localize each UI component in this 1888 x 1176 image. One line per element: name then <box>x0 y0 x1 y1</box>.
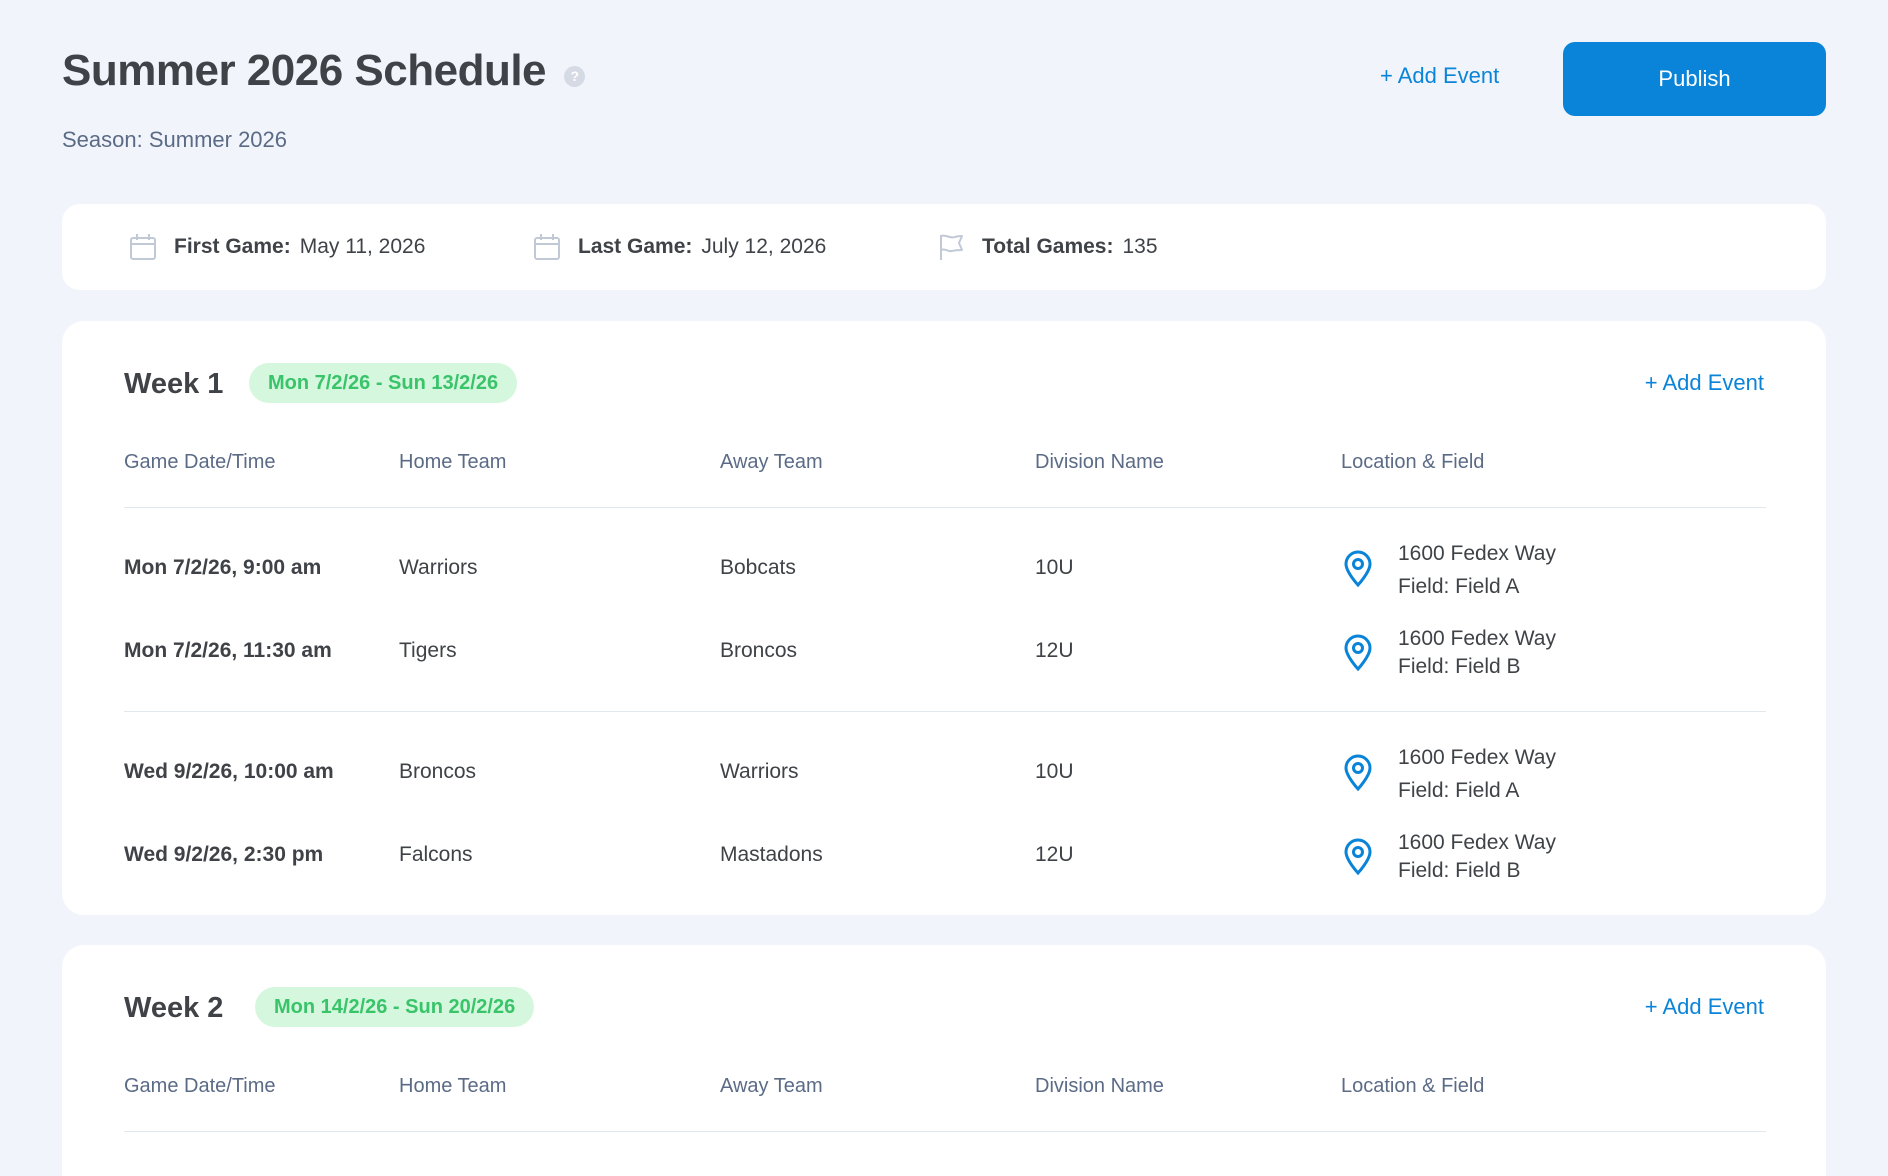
location-address: 1600 Fedex Way <box>1398 831 1556 854</box>
column-header-division[interactable]: Division Name <box>1035 451 1164 474</box>
location-pin-icon <box>1344 634 1372 672</box>
game-date: Wed 9/2/26, 2:30 pm <box>124 843 324 866</box>
location-field: Field: Field A <box>1398 779 1520 802</box>
home-team: Tigers <box>399 639 457 662</box>
total-games-label: Total Games: <box>982 235 1114 258</box>
column-header-location[interactable]: Location & Field <box>1341 1075 1484 1098</box>
game-date: Mon 7/2/26, 9:00 am <box>124 556 322 579</box>
week-card: Week 2 Mon 14/2/26 - Sun 20/2/26 + Add E… <box>62 945 1826 1176</box>
schedule-page: Summer 2026 Schedule ? Season: Summer 20… <box>0 0 1888 1176</box>
home-team: Broncos <box>399 760 477 783</box>
week-add-event-link[interactable]: + Add Event <box>1645 994 1764 1020</box>
away-team: Mastadons <box>720 843 823 866</box>
location-field: Field: Field A <box>1398 575 1520 598</box>
week-add-event-link[interactable]: + Add Event <box>1645 370 1764 396</box>
week-title: Week 1 <box>124 368 224 400</box>
season-label: Season: Summer 2026 <box>62 127 288 152</box>
first-game-value: May 11, 2026 <box>299 235 426 258</box>
first-game-label: First Game: <box>174 235 291 258</box>
division-name: 12U <box>1035 639 1074 662</box>
help-icon[interactable]: ? <box>564 65 586 87</box>
add-event-link[interactable]: + Add Event <box>1380 63 1499 89</box>
flag-icon <box>940 234 963 260</box>
location-pin-icon <box>1344 838 1372 876</box>
location-field: Field: Field B <box>1398 655 1521 678</box>
week-date-range-badge: Mon 14/2/26 - Sun 20/2/26 <box>255 987 535 1027</box>
away-team: Bobcats <box>720 556 796 579</box>
column-header-away-team[interactable]: Away Team <box>720 1075 823 1098</box>
week-title: Week 2 <box>124 992 224 1024</box>
page-title-text: Summer 2026 Schedule <box>62 46 547 95</box>
publish-button[interactable]: Publish <box>1563 42 1826 116</box>
game-date: Wed 9/2/26, 10:00 am <box>124 760 334 783</box>
calendar-icon <box>534 234 560 260</box>
week-card: Week 1 Mon 7/2/26 - Sun 13/2/26 + Add Ev… <box>62 321 1826 915</box>
table-divider <box>124 507 1766 508</box>
division-name: 10U <box>1035 556 1074 579</box>
total-games-value: 135 <box>1122 235 1158 258</box>
last-game-value: July 12, 2026 <box>701 235 827 258</box>
first-game-summary: First Game: May 11, 2026 <box>128 204 425 290</box>
column-header-date[interactable]: Game Date/Time <box>124 451 276 474</box>
location-address: 1600 Fedex Way <box>1398 542 1556 565</box>
last-game-label: Last Game: <box>578 235 693 258</box>
last-game-summary: Last Game: July 12, 2026 <box>532 204 826 290</box>
column-header-away-team[interactable]: Away Team <box>720 451 823 474</box>
day-divider <box>124 711 1766 712</box>
page-title: Summer 2026 Schedule ? <box>62 46 586 96</box>
home-team: Falcons <box>399 843 473 866</box>
location-address: 1600 Fedex Way <box>1398 746 1556 769</box>
away-team: Broncos <box>720 639 798 662</box>
game-date: Mon 7/2/26, 11:30 am <box>124 639 332 662</box>
division-name: 12U <box>1035 843 1074 866</box>
season-summary-card: First Game: May 11, 2026 Last Game: July… <box>62 204 1826 290</box>
table-divider <box>124 1131 1766 1132</box>
column-header-division[interactable]: Division Name <box>1035 1075 1164 1098</box>
calendar-icon <box>130 234 156 260</box>
location-pin-icon <box>1344 550 1372 588</box>
location-field: Field: Field B <box>1398 859 1521 882</box>
away-team: Warriors <box>720 760 799 783</box>
location-address: 1600 Fedex Way <box>1398 627 1556 650</box>
column-header-date[interactable]: Game Date/Time <box>124 1075 276 1098</box>
total-games-summary: Total Games: 135 <box>936 204 1158 290</box>
column-header-home-team[interactable]: Home Team <box>399 451 506 474</box>
home-team: Warriors <box>399 556 478 579</box>
division-name: 10U <box>1035 760 1074 783</box>
week-date-range-badge: Mon 7/2/26 - Sun 13/2/26 <box>249 363 518 403</box>
column-header-home-team[interactable]: Home Team <box>399 1075 506 1098</box>
column-header-location[interactable]: Location & Field <box>1341 451 1484 474</box>
location-pin-icon <box>1344 754 1372 792</box>
